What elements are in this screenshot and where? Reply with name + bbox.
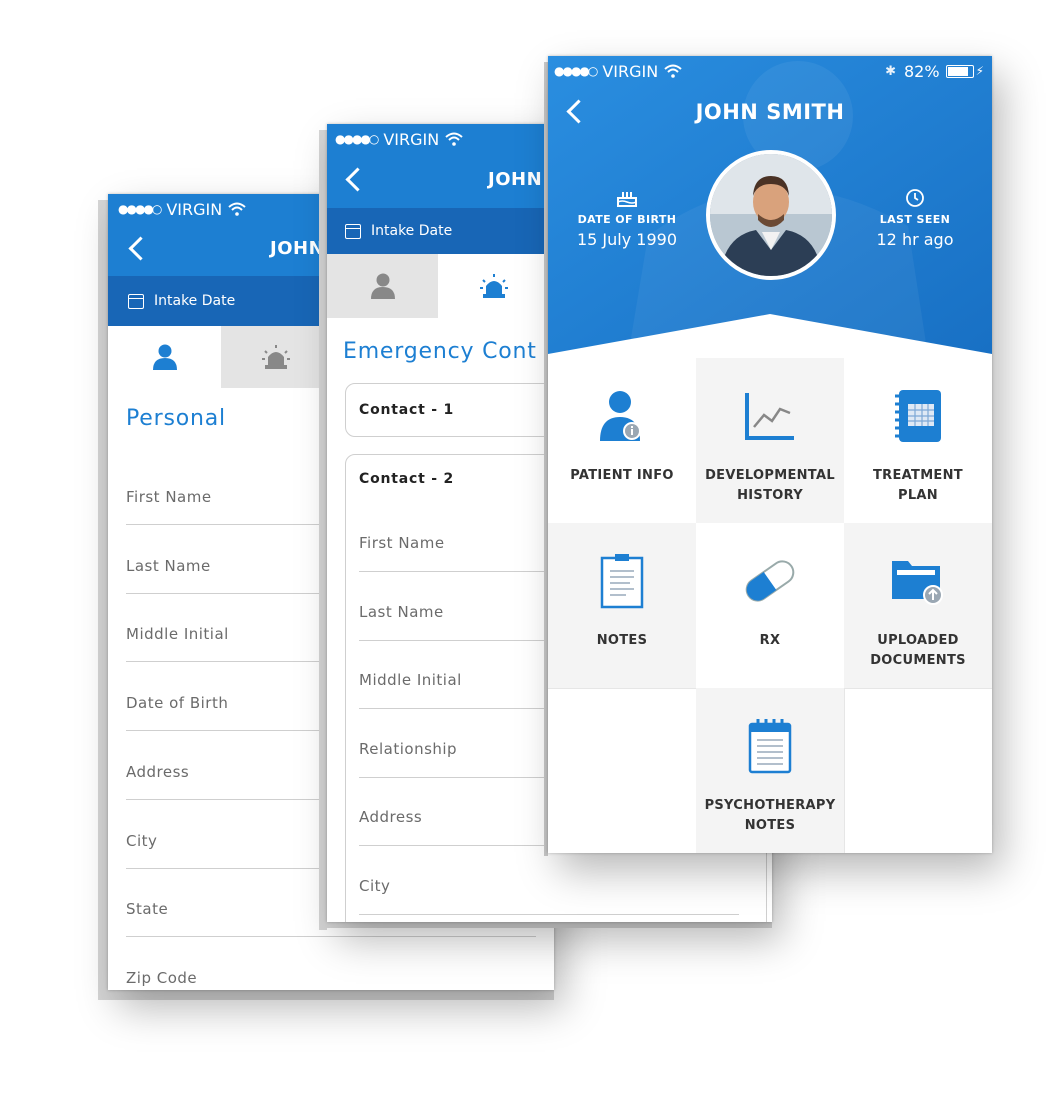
- menu-item-label-line1: PSYCHOTHERAPY: [704, 798, 836, 813]
- cake-icon: [617, 192, 637, 207]
- section-title: Personal: [126, 406, 226, 431]
- menu-item-developmental[interactable]: DEVELOPMENTAL HISTORY: [696, 358, 845, 524]
- field-label[interactable]: Address: [359, 808, 422, 826]
- menu-item-label-line1: UPLOADED: [877, 633, 959, 648]
- last-seen-value: 12 hr ago: [876, 230, 954, 249]
- tab-personal[interactable]: [108, 326, 221, 388]
- menu-item-psychotherapy[interactable]: PSYCHOTHERAPY NOTES: [696, 688, 845, 853]
- empty-cell: [548, 688, 696, 853]
- last-seen-block: LAST SEEN 12 hr ago: [858, 188, 972, 249]
- menu-item-label: NOTES: [548, 631, 696, 651]
- field-underline: [359, 914, 739, 915]
- empty-cell: [844, 688, 992, 853]
- menu-item-label: TREATMENT PLAN: [844, 466, 992, 506]
- intake-date-label: Intake Date: [371, 223, 453, 239]
- menu-item-treatment[interactable]: TREATMENT PLAN: [844, 358, 992, 524]
- status-bar: ●●●●○ VIRGIN ✱ 82% ⚡: [548, 56, 992, 86]
- section-title: Emergency Cont: [343, 339, 537, 364]
- menu-item-label-line1: NOTES: [596, 633, 648, 648]
- field-label[interactable]: Address: [126, 763, 189, 781]
- field-label[interactable]: Zip Code: [126, 969, 197, 987]
- battery-icon: [945, 64, 974, 78]
- planner-icon: [844, 386, 992, 446]
- field-label[interactable]: Last Name: [126, 557, 211, 575]
- contact-1-title: Contact - 1: [359, 402, 455, 418]
- signal-icon: ●●●●○: [118, 202, 162, 216]
- person-icon: [152, 344, 177, 370]
- tab-emergency[interactable]: [221, 326, 331, 388]
- charging-icon: ⚡: [975, 64, 984, 78]
- menu-item-label-line1: PATIENT INFO: [570, 468, 674, 483]
- menu-item-label: RX: [696, 631, 844, 651]
- wifi-icon: [445, 132, 463, 146]
- menu-item-label-line1: TREATMENT: [873, 468, 963, 483]
- patient-name: JOHN: [270, 238, 325, 259]
- dob-block: DATE OF BIRTH 15 July 1990: [568, 188, 686, 249]
- field-label[interactable]: State: [126, 900, 168, 918]
- menu-item-patient-info[interactable]: PATIENT INFO: [548, 358, 697, 524]
- patient-info-icon: [548, 386, 696, 446]
- field-underline: [126, 936, 536, 938]
- person-icon: [370, 273, 395, 299]
- profile-screen: ●●●●○ VIRGIN ✱ 82% ⚡ JOHN SMITH DATE OF …: [548, 56, 992, 853]
- menu-item-label-line2: DOCUMENTS: [870, 653, 966, 668]
- last-seen-label: LAST SEEN: [879, 213, 951, 226]
- wifi-icon: [664, 64, 682, 78]
- menu-item-uploaded[interactable]: UPLOADED DOCUMENTS: [844, 523, 992, 689]
- menu-item-label: UPLOADED DOCUMENTS: [844, 631, 992, 671]
- tab-personal[interactable]: [327, 254, 438, 318]
- field-label[interactable]: First Name: [359, 534, 445, 552]
- field-label[interactable]: Middle Initial: [126, 625, 229, 643]
- carrier-label: VIRGIN: [383, 129, 440, 149]
- field-label[interactable]: Last Name: [359, 603, 444, 621]
- wifi-icon: [228, 202, 246, 216]
- clipboard-icon: [548, 551, 696, 611]
- menu-item-label: DEVELOPMENTAL HISTORY: [696, 466, 844, 506]
- tab-emergency[interactable]: [438, 254, 550, 318]
- dob-value: 15 July 1990: [576, 230, 678, 249]
- signal-icon: ●●●●○: [554, 64, 598, 78]
- field-label[interactable]: City: [359, 877, 390, 895]
- battery-percent: 82%: [904, 61, 940, 81]
- pill-icon: [696, 551, 844, 611]
- dob-label: DATE OF BIRTH: [577, 213, 677, 226]
- bluetooth-icon: ✱: [885, 63, 896, 79]
- field-label[interactable]: City: [126, 832, 157, 850]
- folder-upload-icon: [844, 551, 992, 611]
- menu-item-label-line1: RX: [759, 633, 781, 648]
- field-label[interactable]: Relationship: [359, 740, 457, 758]
- menu-item-label-line2: NOTES: [744, 818, 796, 833]
- contact-2-title: Contact - 2: [359, 471, 455, 487]
- signal-icon: ●●●●○: [335, 132, 379, 146]
- intake-date-label: Intake Date: [154, 293, 236, 309]
- calendar-icon: [345, 223, 361, 239]
- menu-item-label: PSYCHOTHERAPY NOTES: [696, 796, 844, 836]
- field-label[interactable]: Date of Birth: [126, 694, 228, 712]
- field-label[interactable]: Middle Initial: [359, 671, 462, 689]
- patient-name: JOHN SMITH: [695, 100, 845, 124]
- notepad-icon: [696, 716, 844, 776]
- carrier-label: VIRGIN: [166, 199, 223, 219]
- patient-name: JOHN: [488, 169, 543, 190]
- menu-item-label-line2: HISTORY: [737, 488, 803, 503]
- siren-icon: [480, 274, 508, 298]
- field-label[interactable]: First Name: [126, 488, 212, 506]
- calendar-icon: [128, 293, 144, 309]
- carrier-label: VIRGIN: [602, 61, 659, 81]
- menu-item-label: PATIENT INFO: [548, 466, 696, 486]
- menu-item-notes[interactable]: NOTES: [548, 523, 697, 689]
- clock-icon: [906, 189, 924, 207]
- chart-icon: [696, 386, 844, 446]
- siren-icon: [262, 345, 290, 369]
- menu-item-rx[interactable]: RX: [696, 523, 845, 689]
- avatar: [706, 150, 836, 280]
- menu-item-label-line2: PLAN: [898, 488, 938, 503]
- menu-item-label-line1: DEVELOPMENTAL: [705, 468, 835, 483]
